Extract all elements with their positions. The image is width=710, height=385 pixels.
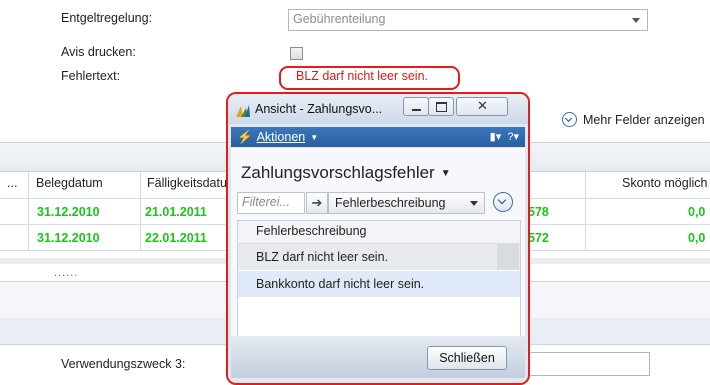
row-selector bbox=[497, 244, 519, 270]
entgeltregelung-label: Entgeltregelung: bbox=[61, 11, 153, 25]
list-item-text: BLZ darf nicht leer sein. bbox=[256, 250, 389, 264]
panel-title[interactable]: Zahlungsvorschlagsfehler ▼ bbox=[241, 163, 451, 183]
row1-skonto: 0,0 bbox=[688, 205, 706, 219]
col-header-faelligkeitsdatum[interactable]: Fälligkeitsdatum bbox=[147, 176, 237, 196]
dialog-titlebar[interactable]: Ansicht - Zahlungsvo... ✕ bbox=[228, 94, 528, 124]
maximize-button[interactable] bbox=[428, 97, 454, 116]
error-dialog: Ansicht - Zahlungsvo... ✕ ⚡ Aktionen ▼ ▮▾ … bbox=[226, 92, 530, 385]
filter-field-label: Fehlerbeschreibung bbox=[335, 196, 446, 210]
caret-down-icon: ▼ bbox=[440, 168, 451, 179]
col-header-belegdatum[interactable]: Belegdatum bbox=[36, 176, 103, 196]
close-window-button[interactable]: ✕ bbox=[456, 97, 508, 116]
row1-faelligkeit: 21.01.2011 bbox=[145, 205, 207, 219]
fehlertext-value: BLZ darf nicht leer sein. bbox=[296, 69, 429, 83]
row2-faelligkeit: 22.01.2011 bbox=[145, 231, 207, 245]
dialog-footer: Schließen bbox=[231, 336, 525, 378]
apply-filter-button[interactable]: ➔ bbox=[306, 192, 328, 214]
arrow-right-icon: ➔ bbox=[311, 195, 323, 210]
col-header-skonto[interactable]: Skonto möglich bbox=[622, 176, 707, 196]
column-separator bbox=[585, 170, 586, 250]
help-icon[interactable]: ?▾ bbox=[507, 131, 519, 143]
chevron-down-icon bbox=[470, 201, 478, 206]
col-header-more: ... bbox=[7, 176, 18, 190]
action-bar: ⚡ Aktionen ▼ ▮▾ ?▾ bbox=[231, 127, 525, 147]
filter-placeholder: Filterei... bbox=[242, 195, 290, 209]
action-bar-right: ▮▾ ?▾ bbox=[490, 130, 519, 143]
row2-belegdatum: 31.12.2010 bbox=[37, 231, 100, 245]
row2-mid-value: 572 bbox=[528, 231, 549, 245]
caret-down-icon: ▼ bbox=[310, 133, 319, 142]
list-item[interactable]: Bankkonto darf nicht leer sein. bbox=[238, 271, 520, 297]
filter-field-dropdown[interactable]: Fehlerbeschreibung bbox=[328, 192, 485, 214]
actions-label: Aktionen bbox=[256, 130, 306, 144]
row1-mid-value: 578 bbox=[528, 205, 549, 219]
list-item-text: Bankkonto darf nicht leer sein. bbox=[256, 277, 425, 291]
expand-icon bbox=[562, 112, 577, 127]
more-fields-button[interactable]: Mehr Felder anzeigen bbox=[562, 112, 705, 127]
verwendungszweck-input[interactable] bbox=[524, 352, 650, 376]
app-icon bbox=[236, 105, 250, 117]
minimize-button[interactable] bbox=[403, 97, 429, 116]
row1-belegdatum: 31.12.2010 bbox=[37, 205, 100, 219]
column-separator bbox=[140, 170, 141, 250]
splitter-handle[interactable]: ...... bbox=[54, 267, 78, 279]
column-separator bbox=[28, 170, 29, 250]
view-menu-icon[interactable]: ▮▾ bbox=[490, 131, 502, 143]
row2-skonto: 0,0 bbox=[688, 231, 706, 245]
fehlertext-label: Fehlertext: bbox=[61, 69, 121, 83]
more-fields-label: Mehr Felder anzeigen bbox=[583, 113, 705, 127]
avis-drucken-label: Avis drucken: bbox=[61, 45, 136, 59]
filter-input[interactable]: Filterei... bbox=[237, 192, 305, 214]
expand-filter-button[interactable] bbox=[493, 192, 513, 212]
column-header[interactable]: Fehlerbeschreibung bbox=[256, 224, 367, 238]
lightning-icon: ⚡ bbox=[237, 130, 253, 144]
close-button[interactable]: Schließen bbox=[427, 346, 507, 370]
entgeltregelung-combobox[interactable]: Gebührenteilung bbox=[288, 9, 648, 31]
avis-drucken-checkbox[interactable] bbox=[290, 47, 303, 60]
chevron-down-icon bbox=[632, 18, 640, 23]
list-header: Fehlerbeschreibung bbox=[238, 221, 520, 244]
entgeltregelung-value: Gebührenteilung bbox=[293, 12, 386, 26]
panel-title-text: Zahlungsvorschlagsfehler bbox=[241, 163, 435, 182]
list-item[interactable]: BLZ darf nicht leer sein. bbox=[238, 244, 520, 270]
verwendungszweck-label: Verwendungszweck 3: bbox=[61, 357, 186, 371]
close-icon: ✕ bbox=[477, 98, 488, 113]
dialog-title: Ansicht - Zahlungsvo... bbox=[255, 102, 383, 116]
actions-menu[interactable]: ⚡ Aktionen ▼ bbox=[237, 130, 318, 145]
